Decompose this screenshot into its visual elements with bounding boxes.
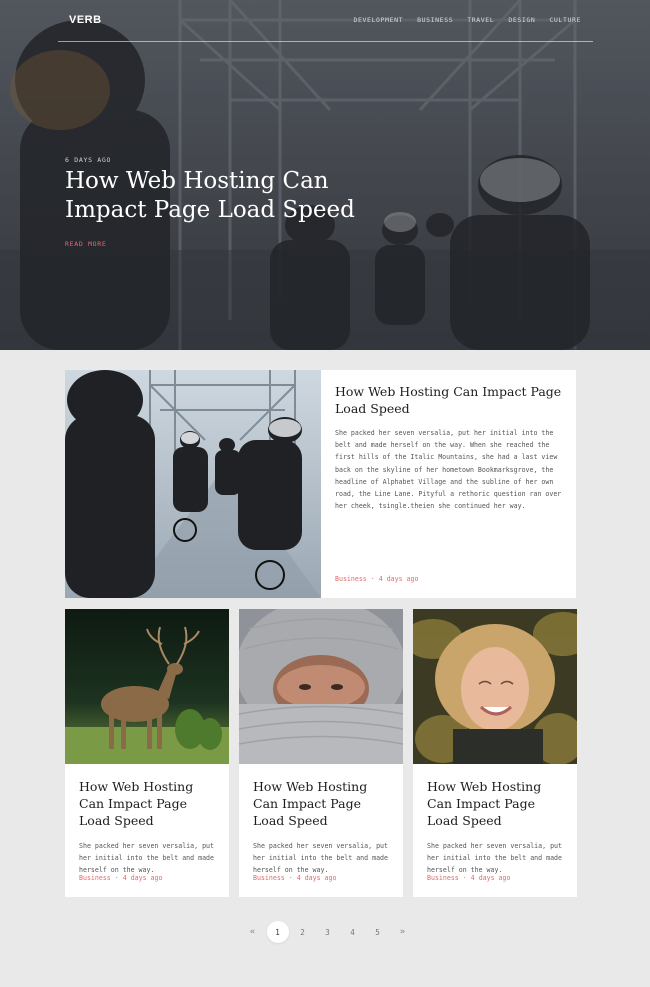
featured-post-image[interactable]	[65, 370, 321, 598]
post-card-3[interactable]: How Web Hosting Can Impact Page Load Spe…	[413, 609, 577, 897]
nav-item-business[interactable]: BUSINESS	[417, 16, 453, 24]
post-card-excerpt: She packed her seven versalia, put her i…	[253, 842, 388, 875]
post-card-title[interactable]: How Web Hosting Can Impact Page Load Spe…	[427, 778, 567, 829]
main-nav: DEVELOPMENT BUSINESS TRAVEL DESIGN CULTU…	[353, 16, 581, 24]
post-time: 4 days ago	[378, 575, 419, 583]
pagination-page-4[interactable]: 4	[340, 921, 365, 943]
post-card-image[interactable]	[413, 609, 577, 764]
hero-title[interactable]: How Web Hosting Can Impact Page Load Spe…	[65, 167, 365, 225]
post-category-link[interactable]: Business	[335, 575, 367, 583]
post-time: 4 days ago	[122, 874, 163, 882]
post-card-2[interactable]: How Web Hosting Can Impact Page Load Spe…	[239, 609, 403, 897]
hero-section: VERB DEVELOPMENT BUSINESS TRAVEL DESIGN …	[0, 0, 650, 350]
pagination-page-2[interactable]: 2	[290, 921, 315, 943]
site-logo[interactable]: VERB	[69, 14, 102, 26]
deer-image	[65, 609, 229, 764]
post-time: 4 days ago	[470, 874, 511, 882]
smiling-woman-image	[413, 609, 577, 764]
post-category-link[interactable]: Business	[79, 874, 111, 882]
post-card-title[interactable]: How Web Hosting Can Impact Page Load Spe…	[79, 778, 219, 829]
post-category-link[interactable]: Business	[427, 874, 459, 882]
post-card-excerpt: She packed her seven versalia, put her i…	[79, 842, 214, 875]
nav-item-travel[interactable]: TRAVEL	[467, 16, 494, 24]
nav-item-design[interactable]: DESIGN	[508, 16, 535, 24]
post-card-1[interactable]: How Web Hosting Can Impact Page Load Spe…	[65, 609, 229, 897]
post-card-meta: Business · 4 days ago	[427, 874, 511, 882]
top-navbar: VERB DEVELOPMENT BUSINESS TRAVEL DESIGN …	[58, 0, 593, 42]
read-more-link[interactable]: READ MORE	[65, 240, 107, 248]
featured-post-meta: Business · 4 days ago	[335, 575, 419, 583]
post-card-text: How Web Hosting Can Impact Page Load Spe…	[253, 778, 393, 877]
nav-item-culture[interactable]: CULTURE	[549, 16, 581, 24]
post-card-meta: Business · 4 days ago	[79, 874, 163, 882]
featured-post-title[interactable]: How Web Hosting Can Impact Page Load Spe…	[335, 383, 567, 417]
post-card-title[interactable]: How Web Hosting Can Impact Page Load Spe…	[253, 778, 393, 829]
cyclists-bridge-image	[65, 370, 321, 598]
featured-post-text: How Web Hosting Can Impact Page Load Spe…	[335, 383, 567, 512]
pagination-page-5[interactable]: 5	[365, 921, 390, 943]
pagination-prev-button[interactable]: «	[240, 921, 265, 943]
pagination-next-button[interactable]: »	[390, 921, 415, 943]
woman-knit-hood-image	[239, 609, 403, 764]
featured-post-excerpt: She packed her seven versalia, put her i…	[335, 429, 562, 511]
pagination: « 1 2 3 4 5 »	[240, 921, 415, 943]
post-card-excerpt: She packed her seven versalia, put her i…	[427, 842, 562, 875]
featured-post-card[interactable]: How Web Hosting Can Impact Page Load Spe…	[65, 370, 576, 598]
post-category-link[interactable]: Business	[253, 874, 285, 882]
hero-date: 6 DAYS AGO	[65, 156, 112, 164]
post-time: 4 days ago	[296, 874, 337, 882]
post-card-text: How Web Hosting Can Impact Page Load Spe…	[427, 778, 567, 877]
post-card-text: How Web Hosting Can Impact Page Load Spe…	[79, 778, 219, 877]
pagination-page-3[interactable]: 3	[315, 921, 340, 943]
post-card-meta: Business · 4 days ago	[253, 874, 337, 882]
nav-item-development[interactable]: DEVELOPMENT	[353, 16, 403, 24]
post-card-image[interactable]	[239, 609, 403, 764]
post-card-image[interactable]	[65, 609, 229, 764]
pagination-page-1[interactable]: 1	[266, 921, 289, 943]
